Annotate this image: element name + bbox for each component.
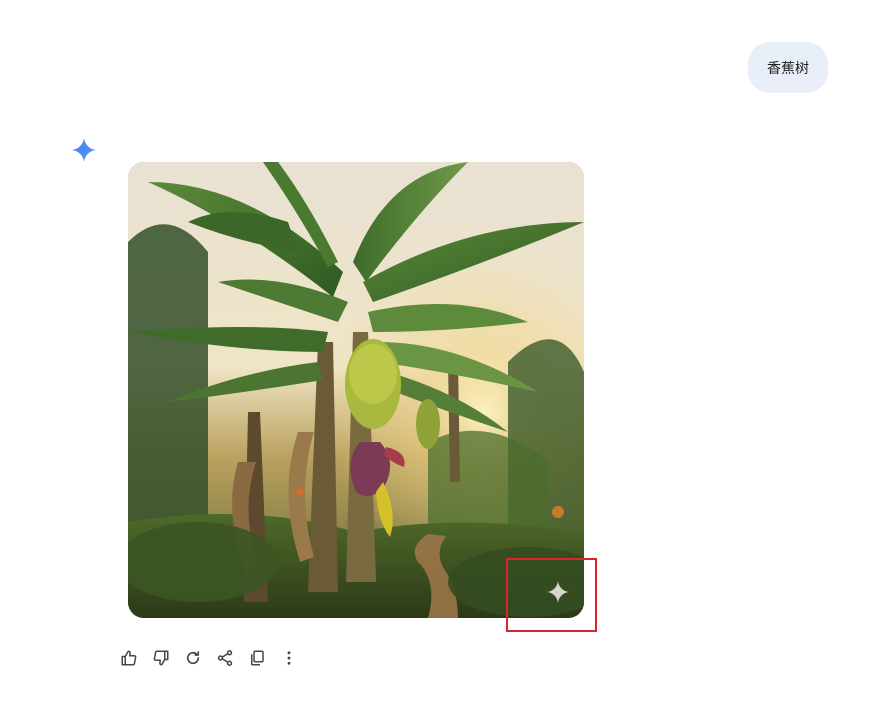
thumbs-up-icon[interactable] bbox=[117, 646, 141, 670]
thumbs-down-icon[interactable] bbox=[149, 646, 173, 670]
regenerate-icon[interactable] bbox=[181, 646, 205, 670]
user-message-text: 香蕉树 bbox=[767, 60, 809, 77]
response-actions-toolbar bbox=[117, 645, 309, 671]
watermark-highlight-box bbox=[506, 558, 597, 632]
copy-icon[interactable] bbox=[245, 646, 269, 670]
generated-image[interactable] bbox=[128, 162, 584, 618]
more-options-icon[interactable] bbox=[277, 646, 301, 670]
user-message-bubble: 香蕉树 bbox=[748, 42, 828, 93]
gemini-sparkle-icon bbox=[71, 137, 97, 163]
share-icon[interactable] bbox=[213, 646, 237, 670]
